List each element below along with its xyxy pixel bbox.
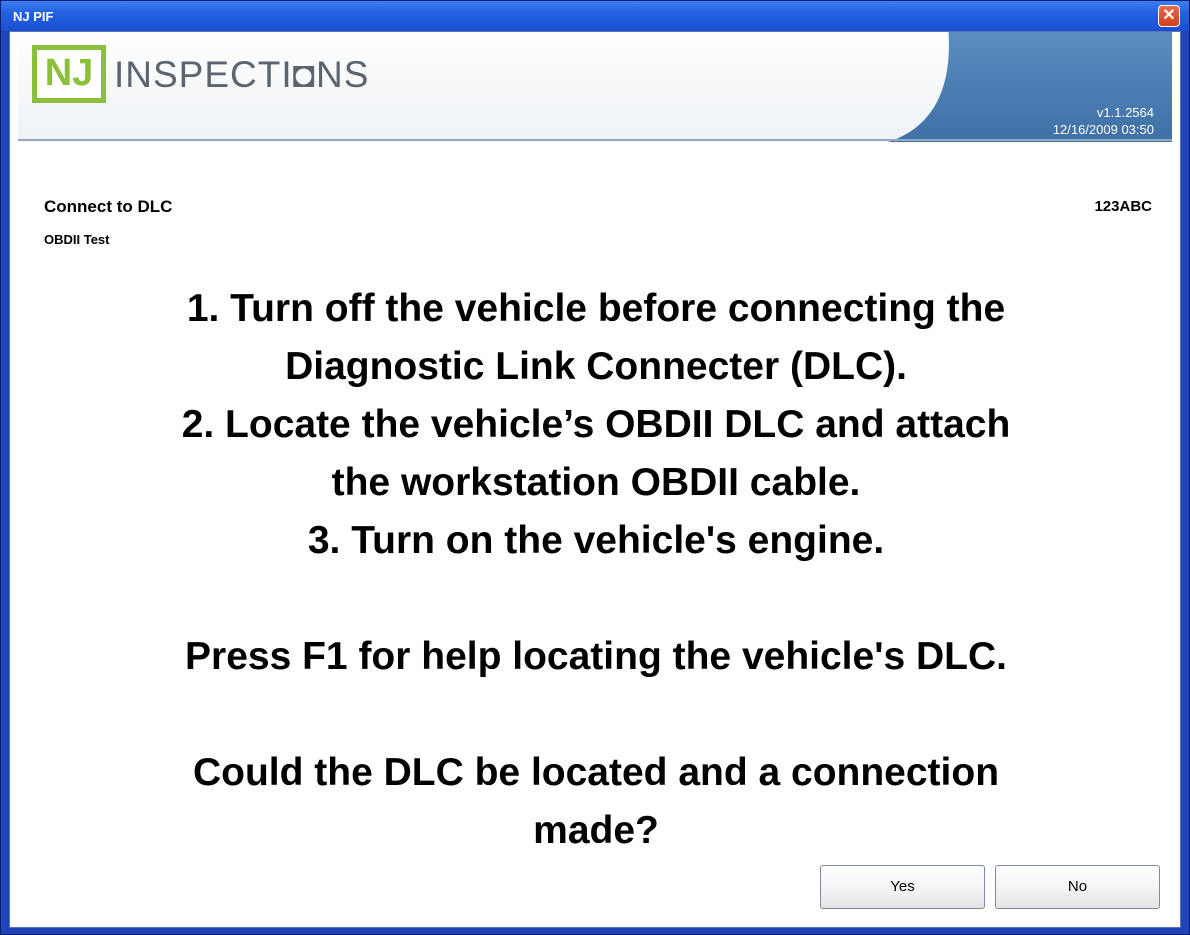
instruction-line: 2. Locate the vehicle’s OBDII DLC and at… [181, 403, 1011, 446]
question-line: Could the DLC be located and a connectio… [192, 751, 1000, 794]
vehicle-plate: 123ABC [1094, 198, 1152, 215]
header-datetime: 12/16/2009 03:50 [1052, 122, 1154, 137]
no-button[interactable]: No [995, 865, 1160, 909]
screen-subtitle: OBDII Test [44, 232, 110, 247]
window-title: NJ PIF [13, 9, 54, 24]
instruction-line: 3. Turn on the vehicle's engine. [307, 519, 885, 562]
instruction-line: the workstation OBDII cable. [331, 461, 861, 504]
close-icon[interactable]: ✕ [1158, 5, 1180, 27]
instructions-block: 1. Turn off the vehicle before connectin… [40, 280, 1152, 860]
instruction-line: 1. Turn off the vehicle before connectin… [186, 287, 1006, 330]
logo-nj-text: NJ [44, 52, 94, 94]
title-bar[interactable]: NJ PIF ✕ [1, 1, 1189, 31]
client-area: NJ INSPECTI◘NS v1.1.2564 12/16/2009 03:5… [9, 31, 1181, 928]
yes-button[interactable]: Yes [820, 865, 985, 909]
question-line: made? [533, 809, 659, 852]
logo-nj-mark: NJ [32, 45, 106, 103]
app-window: NJ PIF ✕ NJ INSPECTI◘NS v1.1.2564 12/16/… [0, 0, 1190, 935]
header-banner: NJ INSPECTI◘NS v1.1.2564 12/16/2009 03:5… [18, 32, 1172, 142]
help-text: Press F1 for help locating the vehicle's… [185, 635, 1007, 678]
logo-wordmark: INSPECTI◘NS [114, 54, 370, 95]
screen-title: Connect to DLC [44, 197, 173, 216]
instruction-line: Diagnostic Link Connecter (DLC). [285, 345, 907, 388]
version-info: v1.1.2564 12/16/2009 03:50 [1053, 104, 1154, 138]
version-number: v1.1.2564 [1096, 105, 1154, 120]
